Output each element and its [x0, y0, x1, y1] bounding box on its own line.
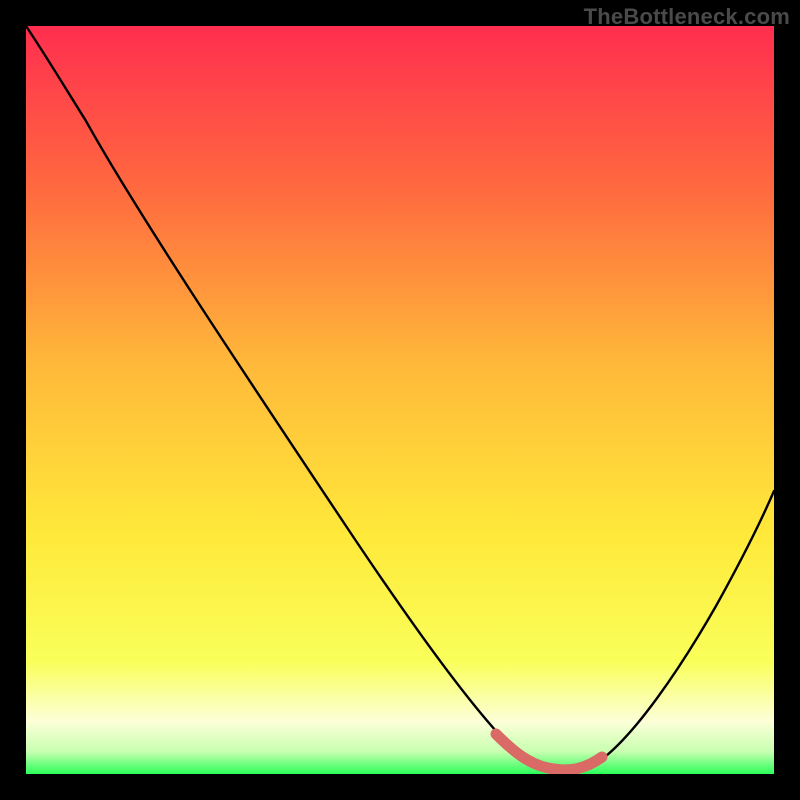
watermark-text: TheBottleneck.com — [584, 4, 790, 30]
chart-frame: TheBottleneck.com — [0, 0, 800, 800]
gradient-background — [26, 26, 774, 774]
plot-area — [26, 26, 774, 774]
chart-svg — [26, 26, 774, 774]
